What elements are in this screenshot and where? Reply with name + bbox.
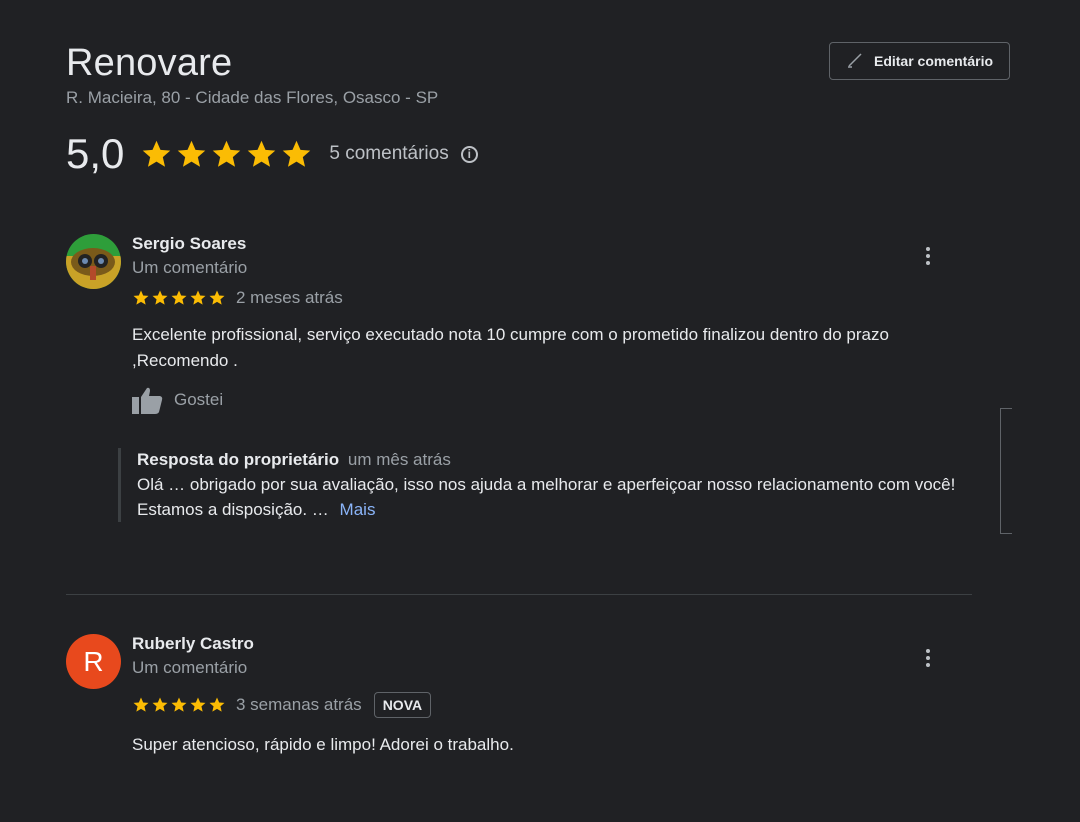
reviewer-name[interactable]: Sergio Soares: [132, 234, 246, 254]
review-stars: [132, 696, 226, 714]
review-count: 5 comentários: [329, 143, 449, 164]
star-icon: [133, 290, 149, 305]
reviewer-meta: Um comentário: [132, 258, 248, 277]
star-icon: [171, 697, 187, 712]
more-options-icon[interactable]: [918, 646, 938, 670]
owner-reply-time: um mês atrás: [347, 450, 451, 469]
review-time: 2 meses atrás: [236, 288, 343, 307]
star-icon: [248, 140, 276, 167]
edit-review-button[interactable]: Editar comentário: [829, 42, 1010, 80]
like-button[interactable]: Gostei: [132, 386, 223, 414]
pencil-icon: [846, 50, 866, 73]
review-stars: [132, 289, 226, 307]
review-rating: 2 meses atrás: [132, 288, 343, 308]
star-icon: [152, 697, 168, 712]
review-rating: 3 semanas atrás NOVA: [132, 692, 432, 718]
review-item: Sergio Soares Um comentário 2 meses atrá…: [66, 234, 972, 574]
like-label: Gostei: [174, 390, 224, 409]
avatar[interactable]: [66, 234, 121, 289]
star-icon: [283, 140, 311, 167]
reviewer-meta: Um comentário: [132, 658, 248, 677]
star-icon: [209, 290, 225, 305]
star-icon: [190, 697, 206, 712]
star-icon: [171, 290, 187, 305]
review-time: 3 semanas atrás: [236, 695, 362, 714]
star-icon: [209, 697, 225, 712]
new-badge: NOVA: [373, 692, 432, 718]
star-icon: [178, 140, 206, 167]
more-options-icon[interactable]: [918, 244, 938, 268]
thumbs-up-icon: [132, 387, 163, 414]
star-icon: [133, 697, 149, 712]
review-item: R Ruberly Castro Um comentário 3 semanas…: [66, 634, 972, 774]
reviews-panel: Renovare R. Macieira, 80 - Cidade das Fl…: [0, 0, 1080, 822]
owner-reply: Resposta do proprietário um mês atrás Ol…: [118, 448, 968, 522]
rating-value: 5,0: [66, 130, 125, 177]
star-icon: [143, 140, 171, 167]
info-icon[interactable]: i: [460, 145, 478, 163]
avatar[interactable]: R: [66, 634, 121, 689]
star-icon: [213, 140, 241, 167]
owner-reply-label: Resposta do proprietário: [137, 450, 340, 469]
edit-review-label: Editar comentário: [873, 53, 994, 69]
rating-summary: 5,0 5 comentários i: [66, 130, 478, 178]
reviewer-name[interactable]: Ruberly Castro: [132, 634, 254, 654]
review-text: Excelente profissional, serviço executad…: [132, 325, 889, 370]
star-icon: [152, 290, 168, 305]
more-link[interactable]: Mais: [340, 500, 376, 519]
business-name: Renovare: [66, 42, 233, 84]
star-icon: [190, 290, 206, 305]
business-address: R. Macieira, 80 - Cidade das Flores, Osa…: [66, 88, 439, 107]
scroll-indicator: [1000, 408, 1012, 534]
rating-stars: [140, 138, 313, 171]
review-text: Super atencioso, rápido e limpo! Adorei …: [132, 735, 514, 754]
owner-reply-text: Olá … obrigado por sua avaliação, isso n…: [137, 475, 956, 494]
owner-reply-text-continued: Estamos a disposição. …: [137, 500, 329, 519]
divider: [66, 594, 972, 595]
